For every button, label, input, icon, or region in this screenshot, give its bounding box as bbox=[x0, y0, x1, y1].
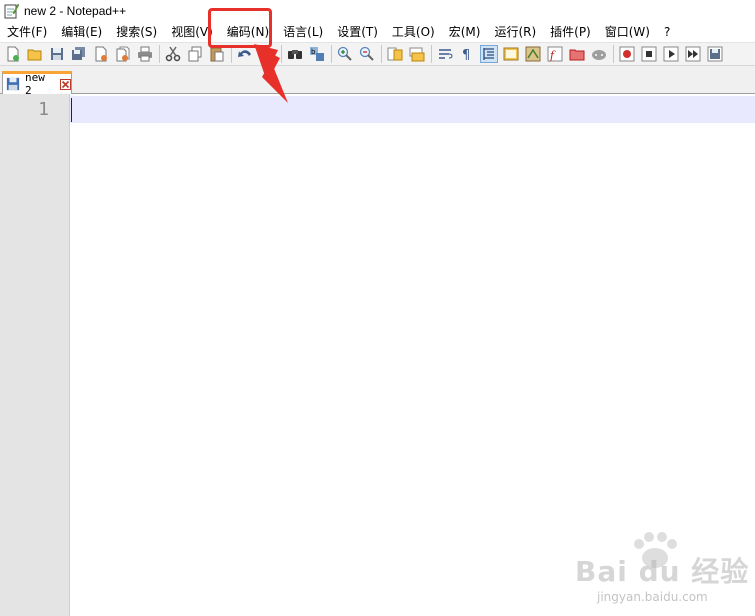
toolbar-separator bbox=[613, 45, 614, 63]
tab-close-icon[interactable] bbox=[60, 78, 71, 90]
menu-file[interactable]: 文件(F) bbox=[0, 22, 54, 42]
record-macro-icon[interactable] bbox=[618, 45, 636, 63]
menu-language[interactable]: 语言(L) bbox=[276, 22, 330, 42]
svg-text:b: b bbox=[311, 48, 316, 56]
line-number: 1 bbox=[38, 99, 49, 120]
menu-macro[interactable]: 宏(M) bbox=[442, 22, 488, 42]
watermark-subtext: jingyan.baidu.com bbox=[597, 590, 708, 604]
doc-map-icon[interactable] bbox=[524, 45, 542, 63]
toolbar-separator bbox=[431, 45, 432, 63]
tab-new-2[interactable]: new 2 bbox=[2, 71, 72, 97]
function-list-icon[interactable]: f bbox=[546, 45, 564, 63]
watermark: Bai du 经验 jingyan.baidu.com bbox=[575, 530, 750, 610]
new-file-icon[interactable] bbox=[4, 45, 22, 63]
current-line-highlight bbox=[70, 96, 755, 123]
save-macro-icon[interactable] bbox=[706, 45, 724, 63]
close-file-icon[interactable] bbox=[92, 45, 110, 63]
saved-file-icon bbox=[6, 77, 20, 91]
menu-tools[interactable]: 工具(O) bbox=[385, 22, 442, 42]
show-all-chars-icon[interactable]: ¶ bbox=[458, 45, 476, 63]
line-number-gutter: 1 bbox=[0, 94, 70, 616]
open-file-icon[interactable] bbox=[26, 45, 44, 63]
run-macro-multiple-icon[interactable] bbox=[684, 45, 702, 63]
menu-help[interactable]: ? bbox=[657, 22, 677, 42]
zoom-out-icon[interactable] bbox=[358, 45, 376, 63]
menu-search[interactable]: 搜索(S) bbox=[109, 22, 164, 42]
play-macro-icon[interactable] bbox=[662, 45, 680, 63]
menu-run[interactable]: 运行(R) bbox=[487, 22, 543, 42]
menu-edit[interactable]: 编辑(E) bbox=[54, 22, 109, 42]
toolbar-separator bbox=[159, 45, 160, 63]
toolbar-separator bbox=[281, 45, 282, 63]
cut-icon[interactable] bbox=[164, 45, 182, 63]
menu-plugins[interactable]: 插件(P) bbox=[543, 22, 598, 42]
toolbar-separator bbox=[331, 45, 332, 63]
notepad-app-icon bbox=[3, 3, 20, 19]
folder-workspace-icon[interactable] bbox=[568, 45, 586, 63]
toolbar-separator bbox=[381, 45, 382, 63]
close-all-icon[interactable] bbox=[114, 45, 132, 63]
save-icon[interactable] bbox=[48, 45, 66, 63]
user-language-icon[interactable] bbox=[502, 45, 520, 63]
annotation-highlight-box bbox=[208, 8, 272, 48]
sync-horizontal-icon[interactable] bbox=[408, 45, 426, 63]
title-bar: new 2 - Notepad++ bbox=[0, 0, 755, 22]
print-icon[interactable] bbox=[136, 45, 154, 63]
window-title: new 2 - Notepad++ bbox=[24, 4, 127, 18]
text-caret bbox=[71, 98, 72, 122]
save-all-icon[interactable] bbox=[70, 45, 88, 63]
menu-window[interactable]: 窗口(W) bbox=[598, 22, 657, 42]
copy-icon[interactable] bbox=[186, 45, 204, 63]
sync-vertical-icon[interactable] bbox=[386, 45, 404, 63]
watermark-text: Bai du 经验 bbox=[575, 555, 750, 588]
find-icon[interactable] bbox=[286, 45, 304, 63]
zoom-in-icon[interactable] bbox=[336, 45, 354, 63]
indent-guide-icon[interactable] bbox=[480, 45, 498, 63]
tab-bar: new 2 bbox=[0, 66, 755, 97]
menu-settings[interactable]: 设置(T) bbox=[330, 22, 385, 42]
monitoring-icon[interactable] bbox=[590, 45, 608, 63]
stop-macro-icon[interactable] bbox=[640, 45, 658, 63]
word-wrap-icon[interactable] bbox=[436, 45, 454, 63]
toolbar: b ¶ f bbox=[0, 42, 755, 66]
menu-bar: 文件(F) 编辑(E) 搜索(S) 视图(V) 编码(N) 语言(L) 设置(T… bbox=[0, 22, 755, 42]
svg-text:¶: ¶ bbox=[462, 48, 470, 62]
replace-icon[interactable]: b bbox=[308, 45, 326, 63]
